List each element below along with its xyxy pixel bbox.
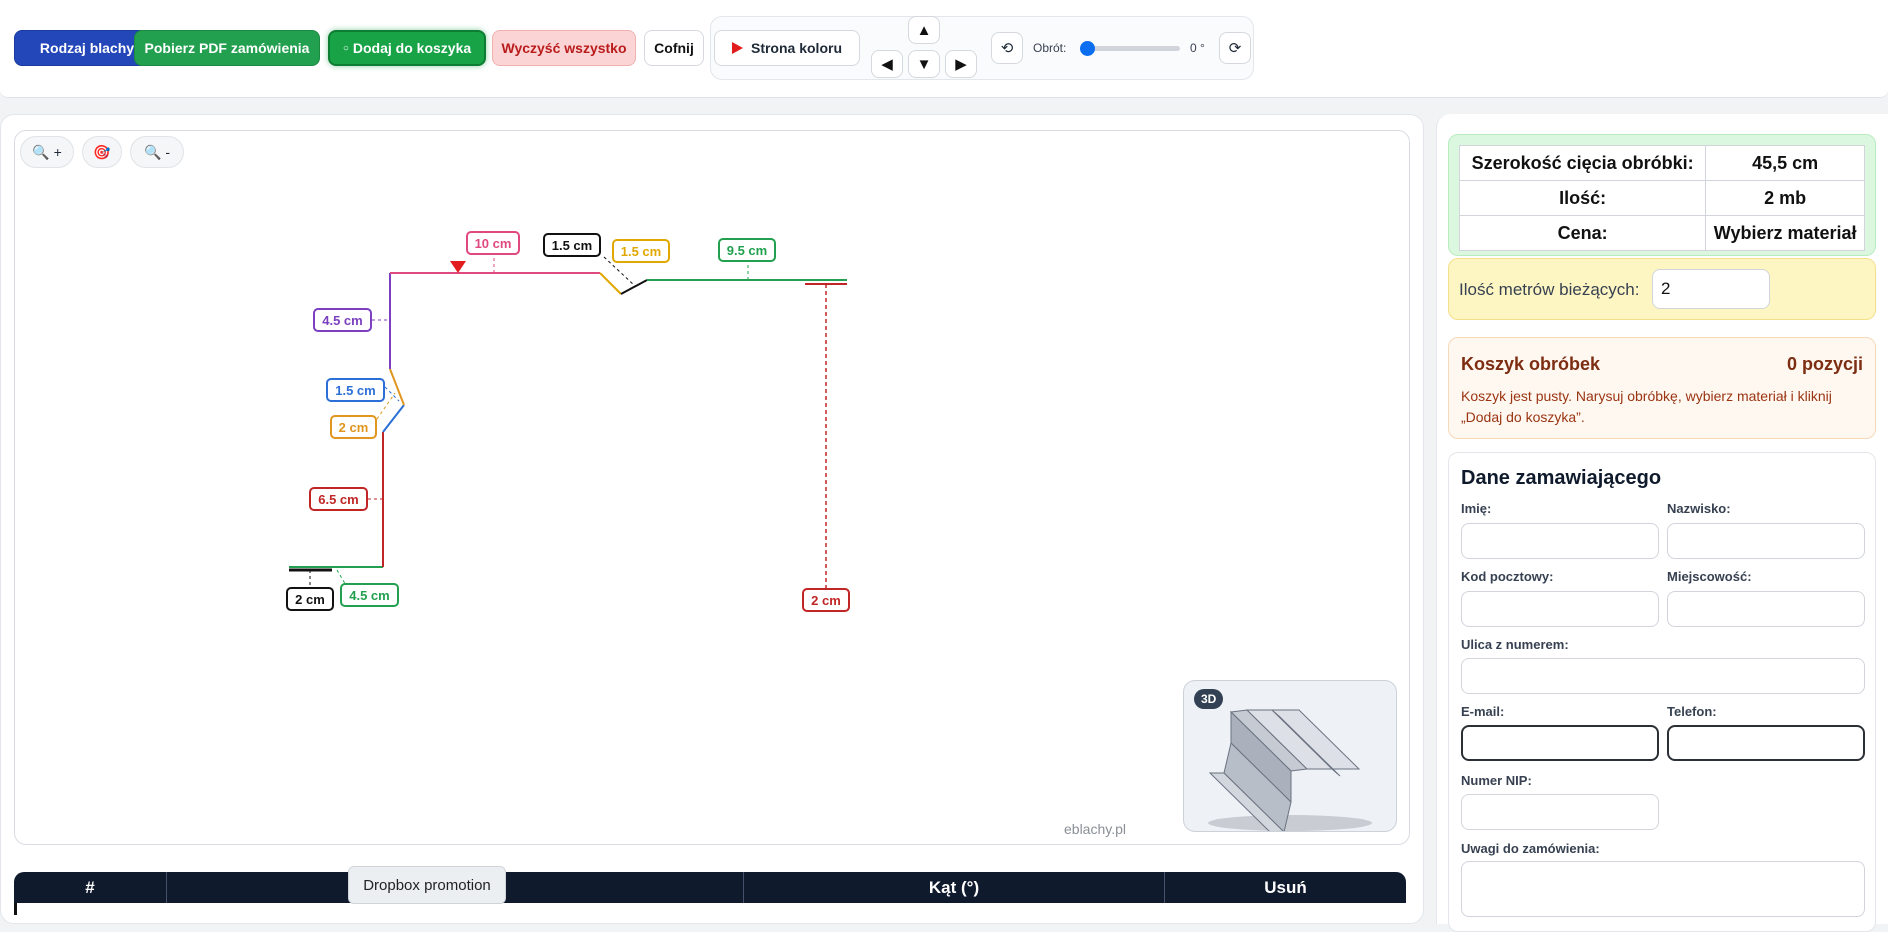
nip-field[interactable] [1461, 794, 1659, 830]
dimension-label[interactable]: 2 cm [802, 588, 850, 612]
rotate-right-button[interactable]: ⟳ [1219, 32, 1251, 64]
city-label: Miejscowość: [1667, 569, 1752, 584]
cart-count: 0 pozycji [1786, 354, 1863, 374]
col-delete-header: Usuń [1264, 877, 1307, 897]
center-view-button[interactable]: 🎯 [82, 136, 122, 168]
rotation-slider-thumb[interactable] [1080, 41, 1095, 56]
dimension-label[interactable]: 9.5 cm [718, 238, 776, 262]
phone-field[interactable] [1667, 725, 1865, 761]
zoom-in-button[interactable]: 🔍 + [20, 136, 74, 168]
postal-code-field[interactable] [1461, 591, 1659, 627]
rotation-slider[interactable] [1080, 41, 1180, 56]
phone-label: Telefon: [1667, 704, 1717, 719]
top-toolbar: Rodzaj blachy Pobierz PDF zamówienia ○ D… [0, 0, 1888, 98]
first-name-field[interactable] [1461, 523, 1659, 559]
add-to-cart-button[interactable]: ○ Dodaj do koszyka [328, 30, 486, 66]
summary-table: Szerokość cięcia obróbki: 45,5 cm Ilość:… [1458, 145, 1865, 251]
segment-kink-b [389, 368, 405, 406]
move-right-button[interactable]: ▶ [945, 50, 977, 78]
zoom-out-button[interactable]: 🔍 - [130, 136, 184, 168]
quantity-label: Ilość: [1458, 180, 1707, 216]
col-index-header: # [14, 872, 167, 903]
order-form-title: Dane zamawiającego [1461, 467, 1662, 489]
move-left-button[interactable]: ◀ [871, 50, 903, 78]
color-side-button[interactable]: Strona koloru [714, 30, 860, 66]
dimension-label[interactable]: 10 cm [466, 231, 520, 255]
last-name-label: Nazwisko: [1667, 501, 1731, 516]
notes-field[interactable] [1461, 861, 1865, 917]
watermark: eblachy.pl [1064, 821, 1127, 837]
first-name-label: Imię: [1461, 501, 1492, 516]
segment-step-down [599, 272, 622, 295]
rotate-left-button[interactable]: ⟲ [991, 32, 1023, 64]
nip-label: Numer NIP: [1461, 773, 1532, 788]
email-field[interactable] [1461, 725, 1659, 761]
undo-button[interactable]: Cofnij [644, 30, 704, 66]
col-angle-header: Kąt (°) [744, 872, 1165, 903]
play-icon [731, 42, 743, 54]
cart-box: Koszyk obróbek 0 pozycji Koszyk jest pus… [1448, 337, 1876, 439]
cart-title: Koszyk obróbek [1461, 354, 1601, 374]
notes-label: Uwagi do zamówienia: [1461, 841, 1600, 856]
dimension-label[interactable]: 4.5 cm [340, 583, 399, 607]
quantity-value: 2 mb [1705, 180, 1865, 216]
cut-width-value: 45,5 cm [1705, 145, 1865, 181]
meters-input[interactable]: 2 [1652, 269, 1770, 309]
move-down-button[interactable]: ▼ [908, 50, 940, 78]
dimension-label[interactable]: 1.5 cm [543, 233, 601, 257]
cut-width-label: Szerokość cięcia obróbki: [1458, 145, 1707, 181]
color-side-marker [450, 261, 466, 273]
dimension-label[interactable]: 6.5 cm [309, 487, 368, 511]
dimension-label[interactable]: 2 cm [286, 587, 334, 611]
meters-label: Ilość metrów bieżących: [1459, 280, 1640, 299]
move-up-button[interactable]: ▲ [908, 16, 940, 44]
summary-box: Szerokość cięcia obróbki: 45,5 cm Ilość:… [1448, 134, 1876, 256]
segments-table-header: # n) Kąt (°) Usuń [14, 872, 1406, 903]
clear-all-button[interactable]: Wyczyść wszystko [492, 30, 636, 66]
cart-empty-text: Koszyk jest pusty. Narysuj obróbkę, wybi… [1461, 388, 1832, 425]
last-name-field[interactable] [1667, 523, 1865, 559]
meters-box: Ilość metrów bieżących: 2 [1448, 258, 1876, 320]
price-label: Cena: [1458, 215, 1707, 251]
rotation-value: 0 ° [1190, 41, 1205, 55]
3d-model-render [1208, 709, 1372, 831]
price-value: Wybierz materiał [1705, 215, 1865, 251]
cart-dot-icon: ○ [342, 42, 349, 54]
segment-step-up [620, 279, 648, 295]
dimension-label[interactable]: 2 cm [330, 415, 377, 439]
download-pdf-button[interactable]: Pobierz PDF zamówienia [134, 30, 320, 66]
postal-code-label: Kod pocztowy: [1461, 569, 1554, 584]
dimension-label[interactable]: 4.5 cm [313, 308, 372, 332]
color-side-label: Strona koloru [750, 40, 842, 56]
order-form: Dane zamawiającego Imię: Nazwisko: Kod p… [1448, 452, 1876, 932]
3d-preview[interactable]: 3D [1183, 680, 1397, 832]
segment-kink-a [382, 404, 405, 433]
street-field[interactable] [1461, 658, 1865, 694]
dimension-label[interactable]: 1.5 cm [612, 239, 670, 263]
rotation-label: Obrót: [1033, 41, 1067, 55]
table-row [14, 903, 1406, 915]
add-to-cart-label: Dodaj do koszyka [352, 40, 472, 56]
dropbox-promotion-tooltip[interactable]: Dropbox promotion [348, 866, 506, 904]
email-label: E-mail: [1461, 704, 1505, 719]
street-label: Ulica z numerem: [1461, 637, 1569, 652]
city-field[interactable] [1667, 591, 1865, 627]
dimension-label[interactable]: 1.5 cm [326, 378, 385, 402]
